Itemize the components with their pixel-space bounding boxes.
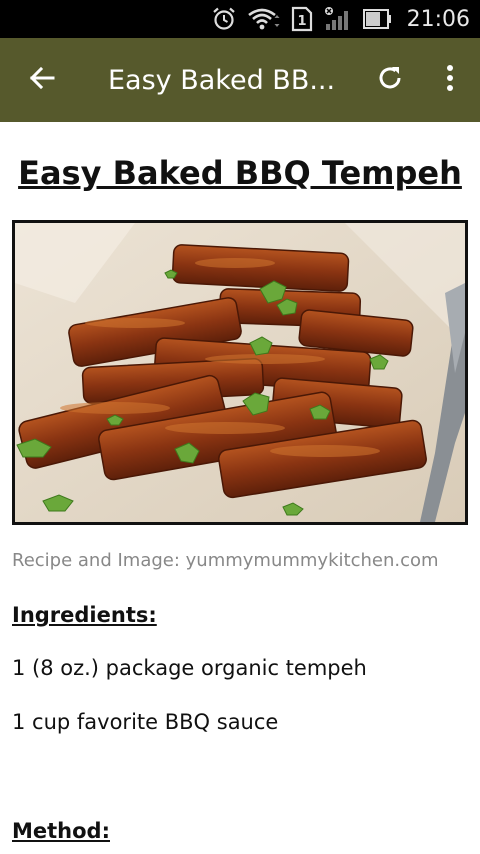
recipe-credit: Recipe and Image: yummymummykitchen.com <box>12 550 439 571</box>
recipe-image <box>12 220 468 525</box>
status-time: 21:06 <box>406 6 470 32</box>
sim-icon: 1 <box>291 6 313 32</box>
ingredient-item: 1 cup favorite BBQ sauce <box>12 710 279 734</box>
refresh-button[interactable] <box>360 38 420 122</box>
method-heading: Method: <box>12 819 110 843</box>
ingredient-item: 1 (8 oz.) package organic tempeh <box>12 656 367 680</box>
recipe-content[interactable]: Easy Baked BBQ Tempeh Recipe and Image: … <box>0 122 480 854</box>
signal-icon <box>323 6 353 32</box>
ingredients-heading: Ingredients: <box>12 603 157 627</box>
app-title: Easy Baked BB... <box>108 64 336 96</box>
refresh-icon <box>376 64 404 97</box>
back-arrow-icon <box>28 64 56 97</box>
status-bar: 1 21:06 <box>0 0 480 38</box>
more-vert-icon <box>445 64 455 97</box>
app-bar: Easy Baked BB... <box>0 38 480 122</box>
recipe-title: Easy Baked BBQ Tempeh <box>18 154 462 192</box>
wifi-icon <box>247 7 281 31</box>
alarm-icon <box>211 6 237 32</box>
battery-icon <box>362 8 393 30</box>
back-button[interactable] <box>0 38 84 122</box>
sim-label: 1 <box>297 14 306 29</box>
more-options-button[interactable] <box>420 38 480 122</box>
